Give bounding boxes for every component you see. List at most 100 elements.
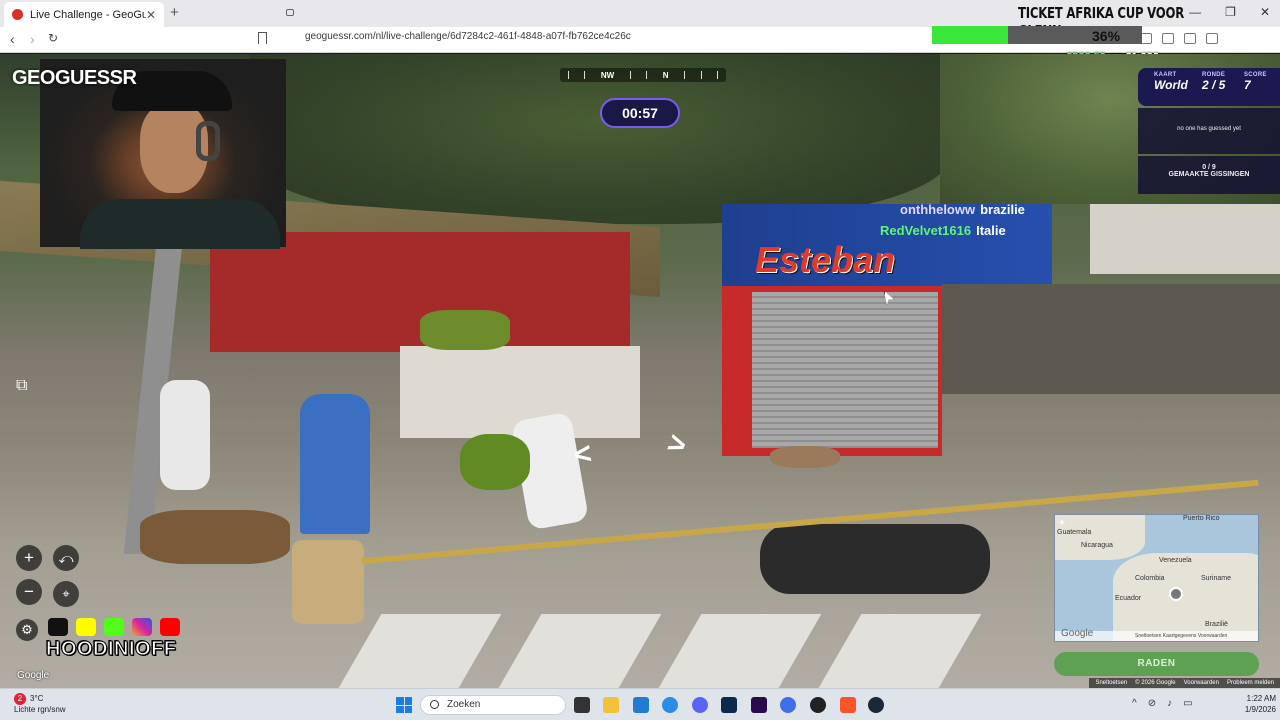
burlap-sack <box>292 540 364 624</box>
tab-close-icon[interactable]: ✕ <box>146 8 156 22</box>
zoom-out-button[interactable]: − <box>16 579 42 605</box>
person-blue-shirt <box>300 394 370 534</box>
compass-tick <box>717 71 719 79</box>
tiktok-icon <box>48 618 68 636</box>
cassava-pile <box>140 510 290 564</box>
search-icon <box>430 700 439 709</box>
rolling-shutter <box>752 292 938 448</box>
chat-guess-player: onthhelоww <box>900 202 976 217</box>
keyboard-shortcuts-link[interactable]: Sneltoetsen <box>1095 680 1127 686</box>
guess-minimap[interactable]: Puerto Rico Guatemala Nicaragua Venezuel… <box>1054 514 1259 642</box>
move-arrow-left-icon[interactable]: < <box>572 437 594 473</box>
plantains <box>460 434 530 490</box>
guesses-label: GEMAAKTE GISSINGEN <box>1168 171 1250 178</box>
edge-icon[interactable] <box>662 697 678 713</box>
map-label-guatemala: Guatemala <box>1057 529 1092 536</box>
map-info: KAART World <box>1154 72 1188 92</box>
map-label-colombia: Colombia <box>1135 575 1165 582</box>
kick-icon <box>104 618 124 636</box>
chat-guess-player: RedVelvet1616 <box>880 223 972 238</box>
battery-icon[interactable]: ▭ <box>1183 698 1192 709</box>
chat-guesses: onthhelоww brazilie RedVelvet1616 Italie <box>880 199 1025 241</box>
crosswalk-stripe <box>338 614 502 688</box>
site-info-icon[interactable] <box>286 9 294 16</box>
headphones-icon <box>196 121 220 161</box>
score-value: 7 <box>1244 78 1251 92</box>
new-tab-button[interactable]: + <box>170 4 179 21</box>
crosswalk-stripe <box>818 614 982 688</box>
guesses-made-panel: 0 / 9 GEMAAKTE GISSINGEN <box>1138 156 1280 194</box>
compass-tick <box>700 71 702 79</box>
reload-icon[interactable]: ↻ <box>48 31 58 45</box>
compass-tick <box>646 71 648 79</box>
bookmark-icon[interactable] <box>258 32 267 44</box>
terms-link[interactable]: Voorwaarden <box>1184 680 1219 686</box>
guess-status: no one has guessed yet <box>1138 108 1280 154</box>
map-label-brazil: Brazilië <box>1205 621 1228 628</box>
google-watermark: Google <box>17 670 50 681</box>
back-to-start-button[interactable]: ⤺ <box>53 545 79 571</box>
file-explorer-icon[interactable] <box>603 697 619 713</box>
weather-widget[interactable]: 2 3°C Lichte rgn/snw <box>14 693 66 715</box>
street-view-panorama[interactable]: Esteban < > GEOGUESSR NW N 00:57 KAART W… <box>0 54 1280 688</box>
concrete-wall <box>942 284 1280 394</box>
taskbar-search[interactable]: Zoeken <box>420 695 566 715</box>
url-field[interactable]: geoguessr.com/nl/live-challenge/6d7284c2… <box>305 31 631 42</box>
discord-icon[interactable] <box>692 697 708 713</box>
windows-start-icon[interactable] <box>396 697 412 713</box>
copyright-text: © 2026 Google <box>1135 680 1176 686</box>
system-tray: ^ ⊘ ♪ ▭ <box>1132 698 1193 709</box>
map-label-suriname: Suriname <box>1201 575 1231 582</box>
arc-icon[interactable] <box>780 697 796 713</box>
weather-temp: 3°C <box>30 694 44 704</box>
dog <box>770 446 840 468</box>
settings-gear-icon[interactable]: ⚙ <box>16 619 38 641</box>
streamer-shirt <box>80 199 280 249</box>
taskbar-clock[interactable]: 1:22 AM 1/9/2026 <box>1230 693 1276 715</box>
donation-progress-fill <box>932 26 1008 44</box>
network-icon[interactable]: ⊘ <box>1148 698 1156 709</box>
youtube-icon <box>160 618 180 636</box>
forward-arrow-icon[interactable]: › <box>30 31 35 47</box>
map-label-ecuador: Ecuador <box>1115 595 1142 602</box>
restore-button[interactable]: ❐ <box>1225 5 1236 19</box>
task-view-icon[interactable] <box>574 697 590 713</box>
map-zoom-in-button[interactable]: + <box>1059 518 1065 529</box>
round-info: RONDE 2 / 5 <box>1202 72 1225 92</box>
guesses-count: 0 / 9 <box>1202 164 1216 171</box>
store-icon[interactable] <box>633 697 649 713</box>
geoguessr-logo[interactable]: GEOGUESSR <box>12 67 137 90</box>
donation-progress-percent: 36% <box>1092 28 1121 44</box>
person-white-shirt <box>160 380 210 490</box>
map-label-puerto-rico: Puerto Rico <box>1183 515 1220 522</box>
report-icon[interactable]: ⧉ <box>16 377 27 395</box>
zoom-in-button[interactable]: + <box>16 545 42 571</box>
compass-tick <box>629 71 631 79</box>
steam-icon[interactable] <box>868 697 884 713</box>
tray-overflow-icon[interactable]: ^ <box>1132 698 1137 709</box>
guess-button[interactable]: RADEN <box>1054 652 1259 676</box>
instagram-icon <box>132 618 152 636</box>
chat-guess-row: onthhelоww brazilie <box>900 199 1025 220</box>
social-icons <box>48 618 180 636</box>
geoguessr-logo-text: GEOGUESSR <box>12 67 137 89</box>
move-arrow-right-icon[interactable]: > <box>663 426 691 464</box>
photoshop-icon[interactable] <box>721 697 737 713</box>
speaker-icon[interactable]: ♪ <box>1167 698 1172 709</box>
report-problem-link[interactable]: Probleem melden <box>1227 680 1274 686</box>
obs-icon[interactable] <box>810 697 826 713</box>
close-window-button[interactable]: ✕ <box>1260 5 1270 19</box>
crosswalk-stripe <box>658 614 822 688</box>
score-info: SCORE 7 <box>1244 72 1267 92</box>
tab-geoguessr[interactable]: Live Challenge - GeoGuessr ✕ <box>4 2 164 27</box>
back-arrow-icon[interactable]: ‹ <box>10 31 15 47</box>
chat-guess-country: Italie <box>976 223 1006 238</box>
brave-icon[interactable] <box>840 697 856 713</box>
chat-guess-country: brazilie <box>980 202 1025 217</box>
location-pin-icon[interactable]: ⌖ <box>53 581 79 607</box>
map-marker-icon[interactable] <box>1169 587 1183 601</box>
premiere-icon[interactable] <box>751 697 767 713</box>
compass-tick <box>684 71 686 79</box>
compass-label-n: N <box>662 70 669 80</box>
clock-time: 1:22 AM <box>1246 694 1276 703</box>
